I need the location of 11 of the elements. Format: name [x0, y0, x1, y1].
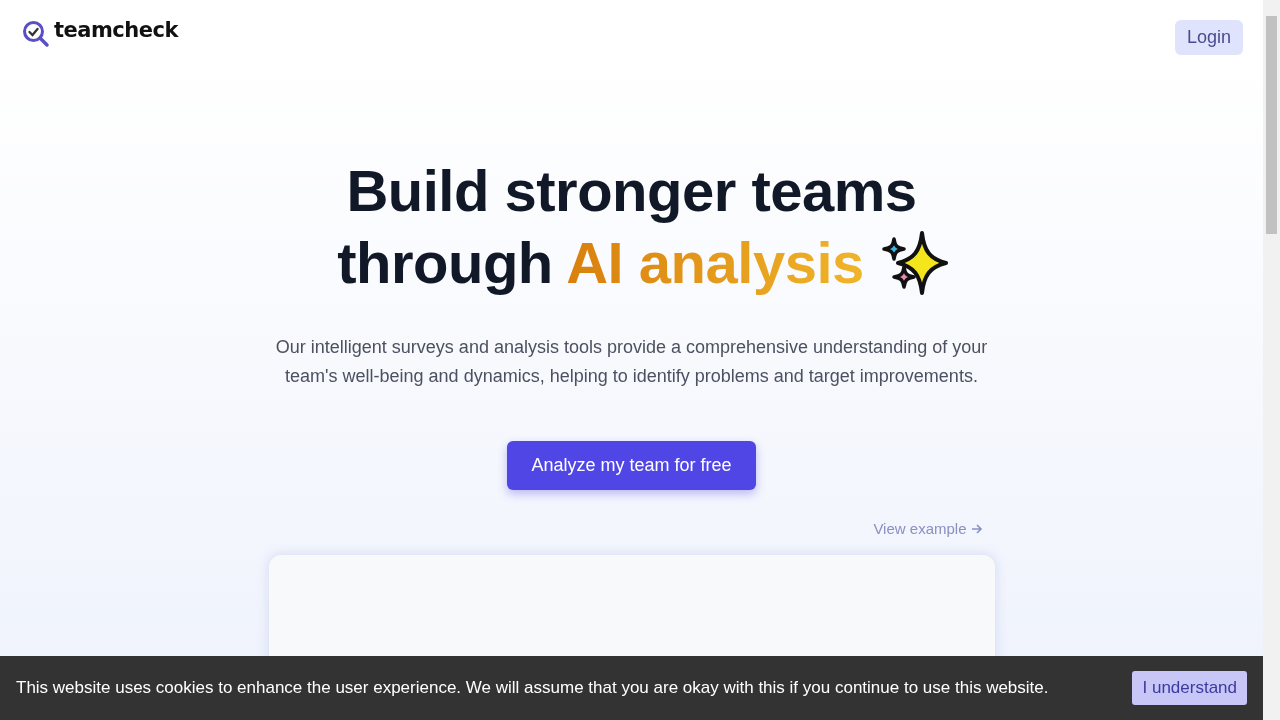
arrow-right-icon: [970, 523, 983, 536]
brand-name[interactable]: teamcheck: [54, 15, 178, 47]
hero-description: Our intelligent surveys and analysis tools provide a comprehensive understanding of your team's well-being and dynamics, helping to identify problems and target improvements.: [274, 336, 989, 388]
cookie-message: This website uses cookies to enhance the user experience. We will assume that you are okay with this if you continue to use this website.: [16, 677, 1049, 700]
sparkles-icon: [879, 229, 950, 297]
accept-cookies-button[interactable]: I understand: [1132, 671, 1247, 705]
magnifier-check-icon: [22, 20, 50, 48]
hero-heading-line: Build stronger teams: [346, 157, 917, 225]
scrollbar[interactable]: [1263, 0, 1280, 720]
login-button[interactable]: Login: [1174, 20, 1243, 55]
analyze-team-button[interactable]: Analyze my team for free: [507, 441, 756, 490]
